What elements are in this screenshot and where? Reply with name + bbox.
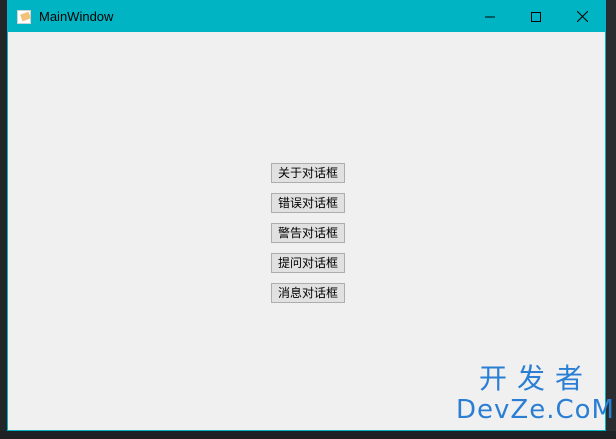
warning-dialog-button[interactable]: 警告对话框: [271, 223, 345, 243]
maximize-button[interactable]: [513, 1, 559, 32]
maximize-icon: [531, 11, 541, 22]
watermark-logo: 开发者 DevZe.CoM: [456, 363, 615, 431]
about-dialog-button[interactable]: 关于对话框: [271, 163, 345, 183]
window-title: MainWindow: [39, 9, 114, 24]
background-strip-bottom: [0, 431, 616, 439]
window-controls: [467, 1, 605, 32]
minimize-button[interactable]: [467, 1, 513, 32]
question-dialog-button[interactable]: 提问对话框: [271, 253, 345, 273]
minimize-icon: [485, 16, 495, 17]
error-dialog-button[interactable]: 错误对话框: [271, 193, 345, 213]
close-button[interactable]: [559, 1, 605, 32]
title-bar[interactable]: MainWindow: [8, 1, 605, 32]
watermark-top-text: 开发者: [478, 362, 593, 395]
close-icon: [576, 11, 588, 22]
watermark-bottom-text: DevZe.CoM: [456, 395, 615, 425]
app-icon: [17, 9, 31, 24]
dialog-button-group: 关于对话框 错误对话框 警告对话框 提问对话框 消息对话框: [271, 163, 345, 313]
message-dialog-button[interactable]: 消息对话框: [271, 283, 345, 303]
